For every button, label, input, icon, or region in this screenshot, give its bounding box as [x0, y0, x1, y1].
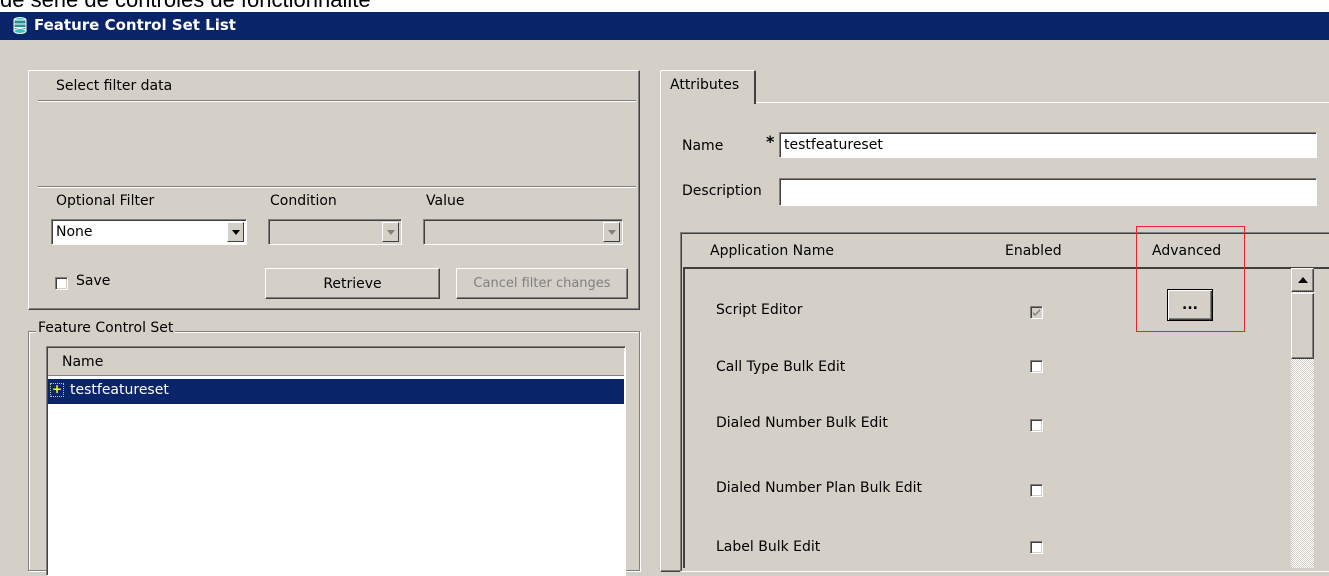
name-field-value: testfeatureset: [784, 137, 883, 153]
filter-header-divider: [38, 100, 636, 102]
list-column-header[interactable]: Name: [48, 348, 624, 376]
required-marker: *: [766, 132, 775, 151]
table-left-rule: [683, 268, 685, 568]
scroll-up-button[interactable]: [1291, 268, 1314, 292]
advanced-highlight-box: [1136, 226, 1245, 332]
top-caption-text: de série de contrôles de fonctionnalité: [0, 0, 371, 12]
value-label: Value: [426, 193, 465, 209]
description-field[interactable]: [779, 178, 1317, 206]
tab-attributes-label: Attributes: [670, 77, 740, 93]
optional-filter-selected-value: None: [56, 224, 93, 240]
list-item-name: testfeatureset: [70, 382, 169, 398]
chevron-down-icon[interactable]: [227, 222, 244, 242]
enabled-checkbox[interactable]: [1030, 484, 1043, 497]
enabled-checkbox[interactable]: [1030, 419, 1043, 432]
col-enabled[interactable]: Enabled: [1005, 243, 1062, 259]
scroll-thumb[interactable]: [1291, 293, 1314, 359]
name-field[interactable]: testfeatureset: [779, 132, 1317, 158]
app-window-icon: [13, 17, 27, 34]
feature-control-set-legend: Feature Control Set: [36, 320, 176, 336]
col-application-name[interactable]: Application Name: [710, 243, 834, 259]
cancel-filter-changes-button[interactable]: Cancel filter changes: [456, 268, 628, 299]
table-row-name: Script Editor: [716, 302, 803, 318]
optional-filter-select[interactable]: None: [51, 219, 247, 245]
filter-header: Select filter data: [56, 78, 173, 94]
condition-select[interactable]: [268, 219, 402, 245]
save-label[interactable]: Save: [76, 273, 110, 289]
table-row-name: Dialed Number Bulk Edit: [716, 415, 888, 431]
save-checkbox[interactable]: [55, 277, 68, 290]
description-label: Description: [682, 183, 762, 199]
name-label: Name: [682, 138, 724, 154]
window-title: Feature Control Set List: [34, 16, 236, 34]
list-item[interactable]: + testfeatureset: [48, 379, 624, 404]
table-row-name: Call Type Bulk Edit: [716, 359, 846, 375]
chevron-down-icon[interactable]: [382, 222, 399, 242]
table-row-name: Label Bulk Edit: [716, 539, 821, 555]
window-titlebar: Feature Control Set List: [0, 12, 1329, 40]
filter-criteria-divider: [38, 186, 636, 188]
enabled-checkbox[interactable]: [1030, 360, 1043, 373]
chevron-down-icon[interactable]: [603, 222, 620, 242]
optional-filter-label: Optional Filter: [56, 193, 155, 209]
value-select[interactable]: [423, 219, 623, 245]
table-row-name: Dialed Number Plan Bulk Edit: [716, 480, 923, 496]
checkmark-icon: [1033, 309, 1040, 316]
enabled-checkbox[interactable]: [1030, 541, 1043, 554]
condition-label: Condition: [270, 193, 337, 209]
plus-icon[interactable]: +: [50, 383, 64, 397]
list-column-name: Name: [62, 354, 104, 370]
top-caption: de série de contrôles de fonctionnalité: [0, 0, 1329, 12]
retrieve-button[interactable]: Retrieve: [265, 268, 440, 299]
tab-attributes[interactable]: Attributes: [660, 70, 756, 104]
enabled-checkbox[interactable]: [1030, 306, 1043, 319]
chevron-up-icon: [1298, 277, 1308, 283]
